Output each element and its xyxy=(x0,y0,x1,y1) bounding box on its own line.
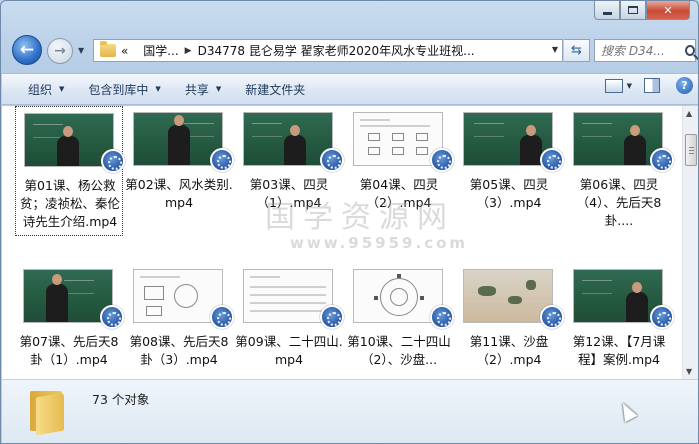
maximize-button[interactable] xyxy=(620,1,646,20)
preview-pane-icon[interactable] xyxy=(644,78,660,93)
refresh-button[interactable]: ⇆ xyxy=(564,39,590,62)
back-button[interactable]: ← xyxy=(12,35,42,65)
navigation-bar: ← → ▼ « 国学... ▶ D34778 昆仑易学 翟家老师2020年风水专… xyxy=(9,34,696,68)
mouse-cursor-icon xyxy=(616,399,638,423)
scroll-up-icon[interactable]: ▲ xyxy=(686,109,692,118)
file-item[interactable]: 第05课、四灵（3）.mp4 xyxy=(455,106,564,236)
vertical-scrollbar[interactable]: ▲ ▼ xyxy=(682,106,698,379)
maximize-icon xyxy=(628,6,638,14)
media-player-icon xyxy=(430,148,454,172)
folder-icon xyxy=(100,41,116,57)
share-label: 共享 xyxy=(184,82,209,97)
recent-pages-dropdown[interactable]: ▼ xyxy=(78,46,84,55)
minimize-icon xyxy=(602,11,612,15)
chevron-down-icon[interactable]: ▼ xyxy=(552,45,558,54)
file-name: 第04课、四灵（2）.mp4 xyxy=(359,177,439,210)
file-name: 第12课、【7月课程】案例.mp4 xyxy=(572,334,666,367)
explorer-window: ✕ ← → ▼ « 国学... ▶ D34778 昆仑易学 翟家老师2020年风… xyxy=(0,0,699,444)
file-item[interactable]: 第03课、四灵（1）.mp4 xyxy=(235,106,344,236)
media-player-icon xyxy=(540,305,564,329)
file-item[interactable]: 第10课、二十四山（2）、沙盘... xyxy=(345,263,454,379)
file-name: 第10课、二十四山（2）、沙盘... xyxy=(347,334,451,367)
scroll-thumb[interactable] xyxy=(685,134,697,166)
view-options-dropdown[interactable]: ▼ xyxy=(627,82,632,90)
new-folder-button[interactable]: 新建文件夹 xyxy=(233,77,317,101)
file-item[interactable]: 第01课、杨公救贫；凌祯松、秦伦诗先生介绍.mp4 xyxy=(15,106,125,236)
include-in-library-button[interactable]: 包含到库中 ▼ xyxy=(76,77,172,101)
breadcrumb-parent[interactable]: 国学... xyxy=(143,42,178,59)
caret-down-icon: ▼ xyxy=(215,85,222,93)
file-name: 第03课、四灵（1）.mp4 xyxy=(249,177,329,210)
command-bar: 组织 ▼ 包含到库中 ▼ 共享 ▼ 新建文件夹 ▼ ? xyxy=(2,73,698,105)
media-player-icon xyxy=(650,305,674,329)
file-item[interactable]: 第09课、二十四山.mp4 xyxy=(235,263,344,379)
arrow-right-icon: → xyxy=(54,43,66,59)
details-pane: 73 个对象 xyxy=(2,379,698,443)
forward-button[interactable]: → xyxy=(47,38,73,64)
file-name: 第08课、先后天8卦（3）.mp4 xyxy=(129,334,229,367)
view-controls: ▼ ? xyxy=(604,77,693,94)
file-name: 第01课、杨公救贫；凌祯松、秦伦诗先生介绍.mp4 xyxy=(19,178,120,229)
file-item[interactable]: 第06课、四灵（4）、先后天8卦.... xyxy=(565,106,674,236)
new-folder-label: 新建文件夹 xyxy=(245,82,306,97)
breadcrumb-current[interactable]: D34778 昆仑易学 翟家老师2020年风水专业班视... xyxy=(198,42,475,59)
folder-icon xyxy=(30,387,66,436)
file-name: 第11课、沙盘（2）.mp4 xyxy=(469,334,549,367)
breadcrumb-overflow[interactable]: « xyxy=(121,44,128,58)
change-view-icon[interactable] xyxy=(604,78,623,93)
media-player-icon xyxy=(650,148,674,172)
file-name: 第07课、先后天8卦（1）.mp4 xyxy=(19,334,119,367)
refresh-icon: ⇆ xyxy=(571,43,582,58)
search-input[interactable] xyxy=(601,43,683,58)
media-player-icon xyxy=(101,149,125,173)
close-button[interactable]: ✕ xyxy=(646,1,690,20)
media-player-icon xyxy=(320,305,344,329)
address-bar[interactable]: « 国学... ▶ D34778 昆仑易学 翟家老师2020年风水专业班视...… xyxy=(93,39,563,62)
file-item[interactable]: 第04课、四灵（2）.mp4 xyxy=(345,106,454,236)
file-item[interactable]: 第02课、风水类别.mp4 xyxy=(125,106,234,236)
search-icon[interactable] xyxy=(685,45,695,56)
file-item[interactable]: 第07课、先后天8卦（1）.mp4 xyxy=(15,263,124,379)
file-item[interactable]: 第11课、沙盘（2）.mp4 xyxy=(455,263,564,379)
file-name: 第05课、四灵（3）.mp4 xyxy=(469,177,549,210)
caret-down-icon: ▼ xyxy=(59,85,65,93)
help-icon[interactable]: ? xyxy=(676,77,693,94)
watermark-url: www.95959.com xyxy=(290,234,469,252)
file-item[interactable]: 第12课、【7月课程】案例.mp4 xyxy=(565,263,674,379)
include-in-library-label: 包含到库中 xyxy=(88,82,149,97)
media-player-icon xyxy=(210,148,234,172)
search-box[interactable] xyxy=(594,39,696,62)
arrow-left-icon: ← xyxy=(19,40,35,60)
share-button[interactable]: 共享 ▼ xyxy=(173,77,233,101)
file-name: 第02课、风水类别.mp4 xyxy=(125,177,233,210)
media-player-icon xyxy=(210,305,234,329)
media-player-icon xyxy=(430,305,454,329)
media-player-icon xyxy=(100,305,124,329)
file-list[interactable]: 第01课、杨公救贫；凌祯松、秦伦诗先生介绍.mp4 第02课、风水类别.mp4 … xyxy=(2,106,698,379)
item-count: 73 个对象 xyxy=(92,392,150,407)
organize-button[interactable]: 组织 ▼ xyxy=(16,77,76,101)
media-player-icon xyxy=(320,148,344,172)
file-name: 第09课、二十四山.mp4 xyxy=(235,334,343,367)
file-item[interactable]: 第08课、先后天8卦（3）.mp4 xyxy=(125,263,234,379)
chevron-right-icon[interactable]: ▶ xyxy=(185,46,192,56)
file-name: 第06课、四灵（4）、先后天8卦.... xyxy=(576,177,662,228)
media-player-icon xyxy=(540,148,564,172)
caret-down-icon: ▼ xyxy=(155,85,161,93)
minimize-button[interactable] xyxy=(594,1,620,20)
caption-buttons: ✕ xyxy=(594,1,690,20)
breadcrumb-space xyxy=(134,46,137,56)
scroll-down-icon[interactable]: ▼ xyxy=(686,367,692,376)
organize-label: 组织 xyxy=(28,82,53,97)
